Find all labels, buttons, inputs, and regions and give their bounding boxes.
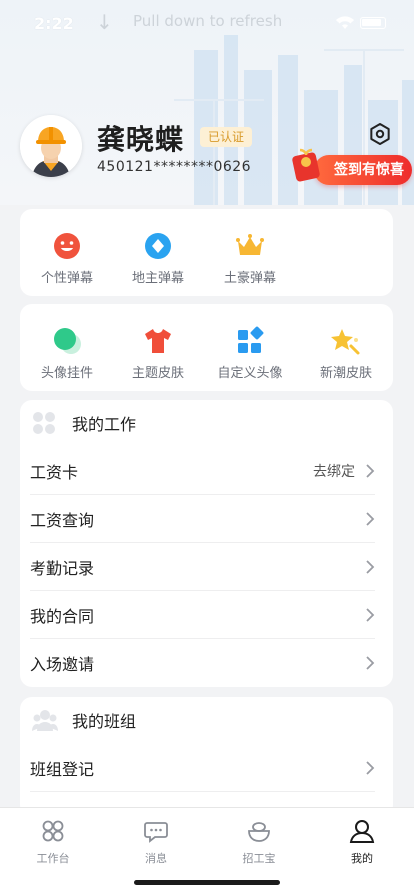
row-label: 工资查询: [30, 510, 95, 530]
username: 龚晓蝶: [97, 123, 185, 156]
message-icon: [144, 822, 168, 843]
my-work-card: 我的工作 工资卡 去绑定 工资查询 考勤记录 我的合同 入场邀请: [20, 400, 393, 687]
grid-item-theme-skin[interactable]: 主题皮肤: [113, 326, 203, 381]
grid-label: 自定义头像: [217, 366, 283, 381]
chevron-right-icon: [366, 559, 375, 574]
team-icon: [32, 710, 58, 731]
tab-label: 我的: [351, 852, 373, 865]
row-label: 入场邀请: [30, 655, 95, 674]
grid-item-tycoon-barrage[interactable]: 土豪弹幕: [205, 231, 295, 286]
row-label: 工资卡: [30, 462, 79, 482]
tab-recruit[interactable]: 招工宝: [219, 818, 299, 866]
pull-to-refresh-hint: Pull down to refresh: [133, 12, 283, 30]
tab-messages[interactable]: 消息: [116, 818, 196, 866]
grid-item-custom-avatar[interactable]: 自定义头像: [205, 326, 295, 381]
grid-item-personal-barrage[interactable]: 个性弹幕: [22, 231, 112, 286]
tshirt-icon: [145, 329, 171, 353]
workbench-icon: [42, 820, 64, 842]
recruit-icon: [248, 822, 270, 842]
checkin-button[interactable]: 签到有惊喜: [314, 155, 412, 185]
sparkle-star-icon: [331, 329, 360, 355]
tab-label: 工作台: [36, 852, 70, 865]
bind-link[interactable]: 去绑定: [313, 461, 355, 481]
status-indicators: [336, 16, 386, 30]
chevron-right-icon: [366, 656, 375, 670]
grid-label: 土豪弹幕: [223, 271, 276, 286]
status-time: 2:22: [34, 13, 74, 33]
tab-mine[interactable]: 我的: [322, 818, 402, 866]
gift-envelope-icon: [292, 148, 320, 182]
my-team-card: 我的班组 班组登记: [20, 697, 393, 817]
row-label: 我的合同: [30, 606, 95, 626]
chevron-right-icon: [366, 607, 375, 622]
tab-workbench[interactable]: 工作台: [13, 818, 93, 866]
tab-label: 招工宝: [242, 852, 276, 865]
grid-item-avatar-pendant[interactable]: 头像挂件: [22, 326, 112, 381]
wifi-icon: [336, 16, 354, 29]
worker-avatar-icon: [20, 115, 82, 177]
grid-label: 个性弹幕: [40, 271, 93, 286]
status-bar: 2:22 ↓ Pull down to refresh: [0, 6, 414, 40]
grid-dots-icon: [33, 412, 55, 434]
row-salary-card[interactable]: 工资卡 去绑定: [30, 447, 375, 495]
chevron-right-icon: [366, 463, 375, 478]
row-label: 考勤记录: [30, 558, 95, 578]
verified-badge: 已认证: [200, 127, 253, 147]
row-entry-invitation[interactable]: 入场邀请: [30, 639, 375, 687]
profile-header: 2:22 ↓ Pull down to refresh 龚晓蝶 已认证 4501…: [0, 0, 414, 205]
gear-icon[interactable]: [368, 122, 392, 146]
section-title: 我的工作: [72, 415, 137, 434]
decor-card: 头像挂件 主题皮肤 自定义头像 新潮皮肤: [20, 304, 393, 391]
grid-label: 地主弹幕: [131, 271, 184, 286]
diamond-coin-icon: [145, 233, 171, 259]
row-my-contract[interactable]: 我的合同: [30, 591, 375, 639]
row-team-registration[interactable]: 班组登记: [30, 744, 375, 792]
avatar-pendant-icon: [54, 328, 81, 354]
chevron-right-icon: [366, 511, 375, 526]
avatar[interactable]: [20, 115, 82, 177]
section-header-my-team: 我的班组: [20, 697, 393, 743]
tab-label: 消息: [145, 852, 167, 865]
custom-avatar-icon: [238, 326, 264, 353]
profile-icon: [349, 820, 375, 843]
chevron-right-icon: [366, 760, 375, 775]
grid-item-landlord-barrage[interactable]: 地主弹幕: [113, 231, 203, 286]
grid-label: 头像挂件: [40, 366, 93, 381]
checkin-label: 签到有惊喜: [334, 162, 404, 178]
row-salary-query[interactable]: 工资查询: [30, 495, 375, 543]
grid-item-trendy-skin[interactable]: 新潮皮肤: [301, 326, 391, 381]
crown-icon: [236, 234, 264, 255]
id-number: 450121********0626: [97, 159, 252, 175]
grid-label: 主题皮肤: [131, 366, 184, 381]
battery-icon: [360, 17, 386, 29]
section-title: 我的班组: [72, 712, 137, 731]
down-arrow-icon: ↓: [96, 10, 113, 34]
section-header-my-work: 我的工作: [20, 400, 393, 446]
home-indicator[interactable]: [134, 880, 280, 885]
smile-face-icon: [54, 233, 80, 259]
grid-label: 新潮皮肤: [319, 366, 372, 381]
row-attendance-records[interactable]: 考勤记录: [30, 543, 375, 591]
row-label: 班组登记: [30, 759, 95, 779]
barrage-card: 个性弹幕 地主弹幕 土豪弹幕: [20, 209, 393, 296]
